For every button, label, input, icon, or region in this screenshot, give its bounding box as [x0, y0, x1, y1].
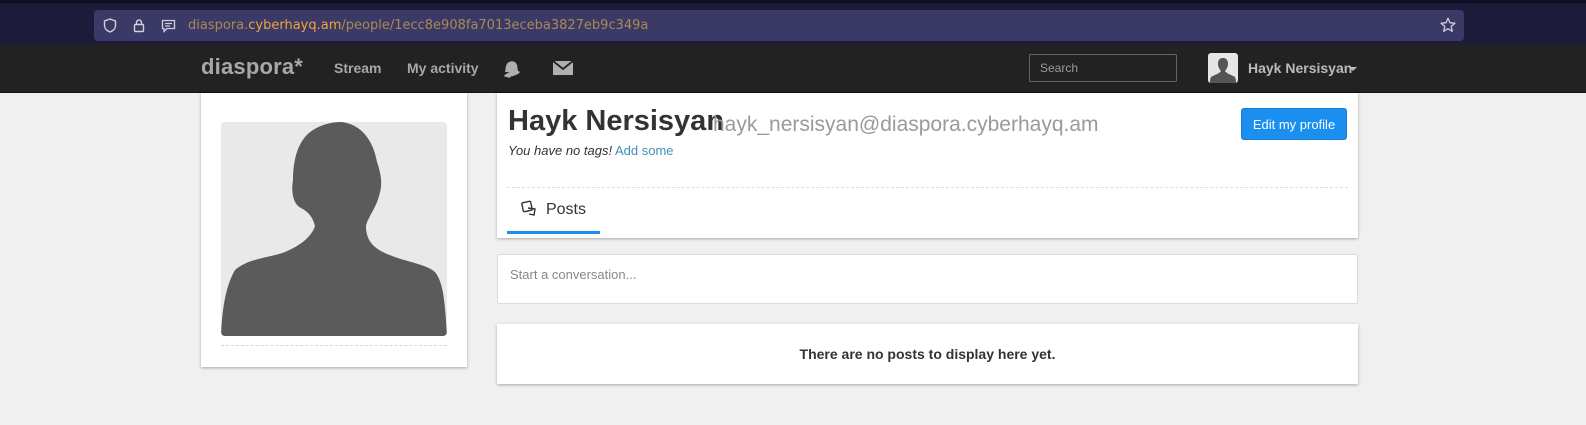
- url-path: /people/1ecc8e908fa7013eceba3827eb9c349a: [341, 18, 649, 33]
- no-tags-text: You have no tags!: [508, 143, 613, 158]
- empty-stream-message: There are no posts to display here yet.: [799, 346, 1056, 362]
- brand-logo[interactable]: diaspora*: [201, 54, 303, 80]
- profile-tags: You have no tags! Add some: [508, 143, 674, 158]
- nav-my-activity-link[interactable]: My activity: [407, 60, 479, 76]
- url-prefix: diaspora.: [188, 18, 249, 33]
- lock-icon[interactable]: [131, 18, 147, 34]
- nav-stream-link[interactable]: Stream: [334, 60, 381, 76]
- search-input[interactable]: [1029, 54, 1177, 82]
- stream-empty-notice: There are no posts to display here yet.: [497, 324, 1358, 384]
- url-host: cyberhayq.am: [248, 18, 342, 33]
- chevron-down-icon[interactable]: [1349, 67, 1357, 71]
- edit-profile-button[interactable]: Edit my profile: [1241, 108, 1347, 140]
- tab-posts-label: Posts: [545, 201, 586, 218]
- tab-posts[interactable]: Posts: [507, 189, 600, 234]
- bookmark-star-icon[interactable]: [1440, 17, 1456, 33]
- profile-header-card: Hayk Nersisyan hayk_nersisyan@diaspora.c…: [497, 93, 1358, 238]
- user-menu-name[interactable]: Hayk Nersisyan: [1248, 60, 1352, 76]
- profile-divider: [507, 187, 1348, 188]
- app-header: diaspora* Stream My activity Hayk Nersis…: [0, 44, 1586, 93]
- profile-sidebar: [201, 93, 467, 367]
- start-conversation-input[interactable]: [498, 255, 1357, 303]
- url-text[interactable]: diaspora.cyberhayq.am/people/1ecc8e908fa…: [188, 18, 648, 33]
- publisher: [497, 254, 1358, 304]
- bell-icon[interactable]: [500, 58, 522, 78]
- sidebar-divider: [221, 345, 447, 346]
- shield-icon[interactable]: [102, 18, 118, 34]
- page-info-icon[interactable]: [160, 18, 176, 34]
- add-tags-link[interactable]: Add some: [615, 143, 674, 158]
- browser-toolbar: diaspora.cyberhayq.am/people/1ecc8e908fa…: [0, 0, 1586, 44]
- posts-icon: [521, 200, 538, 221]
- profile-avatar: [221, 122, 447, 336]
- profile-handle: hayk_nersisyan@diaspora.cyberhayq.am: [713, 113, 1099, 136]
- envelope-icon[interactable]: [552, 58, 574, 78]
- profile-name: Hayk Nersisyan: [508, 105, 725, 137]
- address-bar[interactable]: diaspora.cyberhayq.am/people/1ecc8e908fa…: [94, 10, 1464, 41]
- user-avatar[interactable]: [1208, 53, 1238, 83]
